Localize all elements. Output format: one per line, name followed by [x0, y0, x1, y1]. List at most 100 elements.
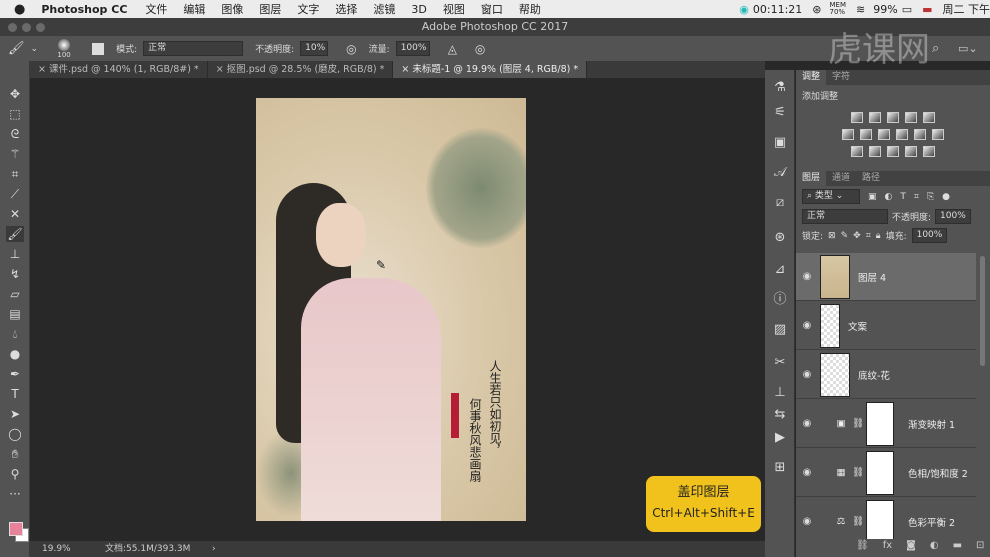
measurement-icon[interactable]: ⊿: [772, 262, 788, 278]
creative-cloud-libraries-icon[interactable]: ⊛: [772, 230, 788, 246]
tab-untitled-1[interactable]: × 未标题-1 @ 19.9% (图层 4, RGB/8) *: [393, 61, 588, 78]
dodge-tool-icon[interactable]: ●: [6, 346, 24, 362]
apple-icon[interactable]: ●: [14, 2, 25, 17]
layer-mask[interactable]: [866, 499, 894, 539]
paths-icon[interactable]: ⧄: [772, 195, 788, 211]
document-canvas[interactable]: 人生若只如初见， 何事秋风悲画扇: [256, 98, 526, 521]
black-white-icon[interactable]: [878, 129, 890, 140]
healing-tool-icon[interactable]: ✕: [6, 206, 24, 222]
brightness-contrast-icon[interactable]: [851, 112, 863, 123]
zoom-level[interactable]: 19.9%: [42, 541, 71, 557]
menu-type[interactable]: 文字: [297, 1, 319, 17]
menu-image[interactable]: 图像: [221, 1, 243, 17]
pressure-opacity-icon[interactable]: ◎: [346, 42, 356, 56]
gradient-map-icon[interactable]: [923, 146, 935, 157]
channel-mixer-icon[interactable]: [914, 129, 926, 140]
menu-view[interactable]: 视图: [443, 1, 465, 17]
layer-row[interactable]: ◉ ⚖ ⛓︎ 色彩平衡 2: [796, 498, 976, 539]
path-selection-tool-icon[interactable]: ➤: [6, 406, 24, 422]
mode-select[interactable]: 正常: [143, 41, 244, 56]
blur-tool-icon[interactable]: 💧︎: [6, 326, 24, 342]
opacity-input[interactable]: 10%: [300, 41, 329, 56]
flag-icon[interactable]: ▬: [922, 3, 932, 16]
history-icon[interactable]: ⇆: [772, 407, 788, 423]
fill-input[interactable]: 100%: [911, 228, 948, 243]
hand-tool-icon[interactable]: ✋︎: [6, 446, 24, 462]
filter-pixel-icon[interactable]: ▣: [868, 192, 877, 202]
menu-file[interactable]: 文件: [145, 1, 167, 17]
stamp-tool-icon[interactable]: ⊥: [6, 246, 24, 262]
search-icon[interactable]: ⌕: [932, 41, 939, 56]
pressure-size-icon[interactable]: ◎: [475, 42, 485, 56]
notes-icon[interactable]: ▣: [772, 135, 788, 151]
pen-tool-icon[interactable]: ✒: [6, 366, 24, 382]
exposure-icon[interactable]: [905, 112, 917, 123]
brush-settings-icon[interactable]: ⚟: [772, 105, 788, 121]
tab-channels[interactable]: 通道: [826, 171, 856, 186]
selective-color-icon[interactable]: [905, 146, 917, 157]
swatches-icon[interactable]: ▨: [772, 322, 788, 338]
move-tool-icon[interactable]: ✥: [6, 86, 24, 102]
lock-image-icon[interactable]: ✎: [841, 231, 849, 241]
lock-transparent-icon[interactable]: ⊠: [828, 231, 836, 241]
zoom-tool-icon[interactable]: ⚲: [6, 466, 24, 482]
threshold-icon[interactable]: [887, 146, 899, 157]
fx-icon[interactable]: fx: [883, 540, 892, 551]
filter-smart-object-icon[interactable]: ⎘: [927, 192, 934, 202]
menu-select[interactable]: 选择: [335, 1, 357, 17]
minimize-window-button[interactable]: [22, 23, 31, 32]
layer-row[interactable]: ◉ ▦ ⛓︎ 色相/饱和度 2: [796, 449, 976, 497]
timeline-icon[interactable]: ⊥: [772, 385, 788, 401]
brush-tool-icon[interactable]: 🖌︎: [6, 226, 24, 242]
layer-row[interactable]: ◉ 文案: [796, 302, 976, 350]
app-menu[interactable]: Photoshop CC: [41, 3, 127, 16]
tab-paths[interactable]: 路径: [856, 171, 886, 186]
hue-saturation-icon[interactable]: [842, 129, 854, 140]
tab-kejian[interactable]: × 课件.psd @ 140% (1, RGB/8#) *: [30, 61, 208, 78]
maximize-window-button[interactable]: [36, 23, 45, 32]
eye-icon[interactable]: ◉: [796, 320, 818, 331]
creative-cloud-icon[interactable]: ⊛: [812, 3, 821, 16]
layer-opacity-input[interactable]: 100%: [935, 209, 971, 224]
status-menu-arrow-icon[interactable]: ›: [212, 541, 216, 557]
flow-input[interactable]: 100%: [395, 41, 430, 56]
filter-type-icon[interactable]: T: [900, 192, 906, 202]
color-balance-icon[interactable]: [860, 129, 872, 140]
lock-all-icon[interactable]: 🔒︎: [876, 231, 881, 241]
menu-window[interactable]: 窗口: [481, 1, 503, 17]
lasso-tool-icon[interactable]: ᘓ: [6, 126, 24, 142]
menu-edit[interactable]: 编辑: [183, 1, 205, 17]
new-adjustment-icon[interactable]: ◐: [930, 540, 939, 551]
foreground-color-swatch[interactable]: [9, 522, 23, 536]
filter-shape-icon[interactable]: ⌗: [914, 192, 919, 202]
layer-mask[interactable]: [866, 401, 894, 446]
layer-row[interactable]: ◉ ▣ ⛓︎ 渐变映射 1: [796, 400, 976, 448]
type-tool-icon[interactable]: T: [6, 386, 24, 402]
vibrance-icon[interactable]: [923, 112, 935, 123]
more-tools-icon[interactable]: ···: [6, 486, 24, 502]
info-icon[interactable]: ⓘ: [772, 292, 788, 308]
brush-presets-icon[interactable]: ⚗: [772, 80, 788, 96]
tab-koutu[interactable]: × 抠图.psd @ 28.5% (磨皮, RGB/8) *: [208, 61, 394, 78]
eye-icon[interactable]: ◉: [796, 467, 818, 478]
marquee-tool-icon[interactable]: ⬚: [6, 106, 24, 122]
invert-icon[interactable]: [851, 146, 863, 157]
actions-play-icon[interactable]: ▶: [772, 430, 788, 446]
character-icon[interactable]: 𝒜: [772, 165, 788, 181]
tab-adjustments[interactable]: 调整: [796, 70, 827, 85]
magic-wand-tool-icon[interactable]: ⚚: [6, 146, 24, 162]
new-layer-icon[interactable]: ⊡: [976, 540, 984, 551]
menu-3d[interactable]: 3D: [411, 3, 426, 16]
photo-filter-icon[interactable]: [896, 129, 908, 140]
history-brush-tool-icon[interactable]: ↯: [6, 266, 24, 282]
eye-icon[interactable]: ◉: [796, 369, 818, 380]
levels-icon[interactable]: [869, 112, 881, 123]
curves-icon[interactable]: [887, 112, 899, 123]
ellipse-tool-icon[interactable]: ◯: [6, 426, 24, 442]
tool-presets-icon[interactable]: ✂: [772, 355, 788, 371]
posterize-icon[interactable]: [869, 146, 881, 157]
layer-mask[interactable]: [866, 450, 894, 495]
layer-row[interactable]: ◉ 底纹-花: [796, 351, 976, 399]
crop-tool-icon[interactable]: ⌗: [6, 166, 24, 182]
layer-filter-select[interactable]: ⌕ 类型 ⌄: [802, 189, 860, 204]
